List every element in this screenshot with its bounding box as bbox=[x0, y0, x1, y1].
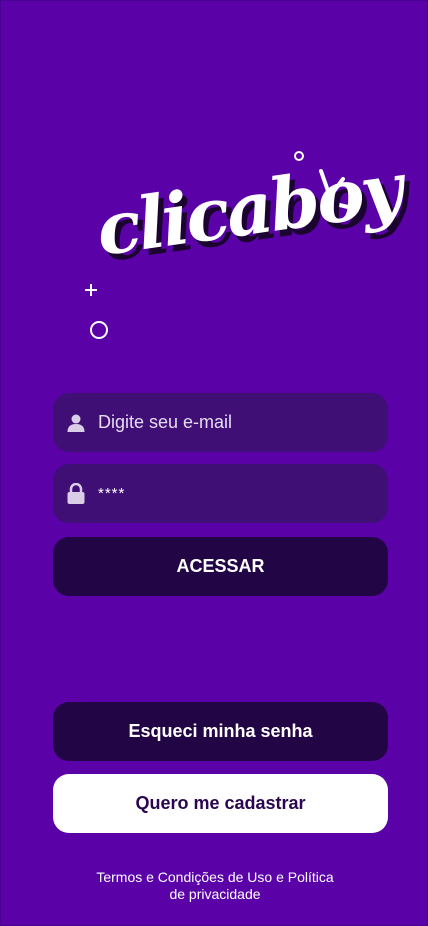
email-field[interactable] bbox=[53, 393, 388, 452]
lock-icon bbox=[65, 482, 87, 505]
login-screen: clicaboy clicaboy ACESSAR Esqueci minha … bbox=[0, 0, 428, 926]
terms-link[interactable]: Termos e Condições de Uso e Política de … bbox=[85, 869, 345, 903]
forgot-password-button[interactable]: Esqueci minha senha bbox=[53, 702, 388, 761]
login-button[interactable]: ACESSAR bbox=[53, 537, 388, 596]
email-input[interactable] bbox=[98, 393, 388, 452]
signup-button[interactable]: Quero me cadastrar bbox=[53, 774, 388, 833]
password-field[interactable] bbox=[53, 464, 388, 523]
clicaboy-logo: clicaboy clicaboy bbox=[81, 141, 410, 351]
terms-line-2: de privacidade bbox=[169, 886, 261, 902]
user-icon bbox=[65, 412, 87, 434]
terms-line-1: Termos e Condições de Uso e Política bbox=[96, 869, 334, 885]
password-input[interactable] bbox=[98, 464, 388, 523]
